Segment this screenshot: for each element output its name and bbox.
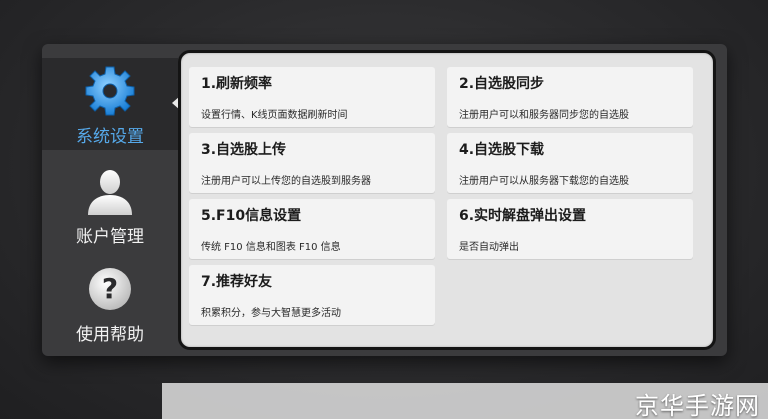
sidebar-item-account[interactable]: 账户管理 [42, 158, 178, 250]
setting-title: 4.自选股下载 [459, 142, 545, 158]
sidebar-item-label: 使用帮助 [76, 325, 144, 345]
setting-description: 注册用户可以和服务器同步您的自选股 [459, 110, 629, 121]
gear-icon [84, 64, 136, 118]
svg-text:?: ? [102, 272, 118, 305]
setting-title: 3.自选股上传 [201, 142, 287, 158]
setting-description: 设置行情、K线页面数据刷新时间 [201, 110, 348, 121]
setting-title: 1.刷新频率 [201, 76, 273, 92]
setting-title: 7.推荐好友 [201, 274, 273, 290]
setting-watchlist-upload[interactable]: 3.自选股上传 注册用户可以上传您的自选股到服务器 [189, 133, 435, 193]
sidebar-item-label: 账户管理 [76, 227, 144, 247]
setting-description: 注册用户可以上传您的自选股到服务器 [201, 176, 371, 187]
sidebar-item-system-settings[interactable]: 系统设置 [42, 58, 178, 150]
sidebar-item-help[interactable]: ? 使用帮助 [42, 256, 178, 348]
setting-f10-info[interactable]: 5.F10信息设置 传统 F10 信息和图表 F10 信息 [189, 199, 435, 259]
setting-description: 传统 F10 信息和图表 F10 信息 [201, 242, 341, 253]
watermark-banner: 京华手游网 [162, 383, 768, 419]
user-icon [84, 164, 136, 218]
setting-description: 注册用户可以从服务器下载您的自选股 [459, 176, 629, 187]
setting-watchlist-sync[interactable]: 2.自选股同步 注册用户可以和服务器同步您的自选股 [447, 67, 693, 127]
setting-refresh-rate[interactable]: 1.刷新频率 设置行情、K线页面数据刷新时间 [189, 67, 435, 127]
sidebar-item-label: 系统设置 [76, 127, 144, 147]
setting-title: 6.实时解盘弹出设置 [459, 208, 587, 224]
setting-title: 2.自选股同步 [459, 76, 545, 92]
setting-watchlist-download[interactable]: 4.自选股下载 注册用户可以从服务器下载您的自选股 [447, 133, 693, 193]
setting-realtime-popup[interactable]: 6.实时解盘弹出设置 是否自动弹出 [447, 199, 693, 259]
watermark-text: 京华手游网 [635, 392, 760, 419]
settings-panel: 1.刷新频率 设置行情、K线页面数据刷新时间 2.自选股同步 注册用户可以和服务… [178, 50, 716, 350]
setting-recommend-friend[interactable]: 7.推荐好友 积累积分，参与大智慧更多活动 [189, 265, 435, 325]
setting-description: 积累积分，参与大智慧更多活动 [201, 308, 341, 319]
question-icon: ? [86, 262, 134, 316]
sidebar: 系统设置 账户管理 ? 使用帮助 [42, 58, 178, 354]
setting-description: 是否自动弹出 [459, 242, 519, 253]
setting-title: 5.F10信息设置 [201, 208, 302, 224]
